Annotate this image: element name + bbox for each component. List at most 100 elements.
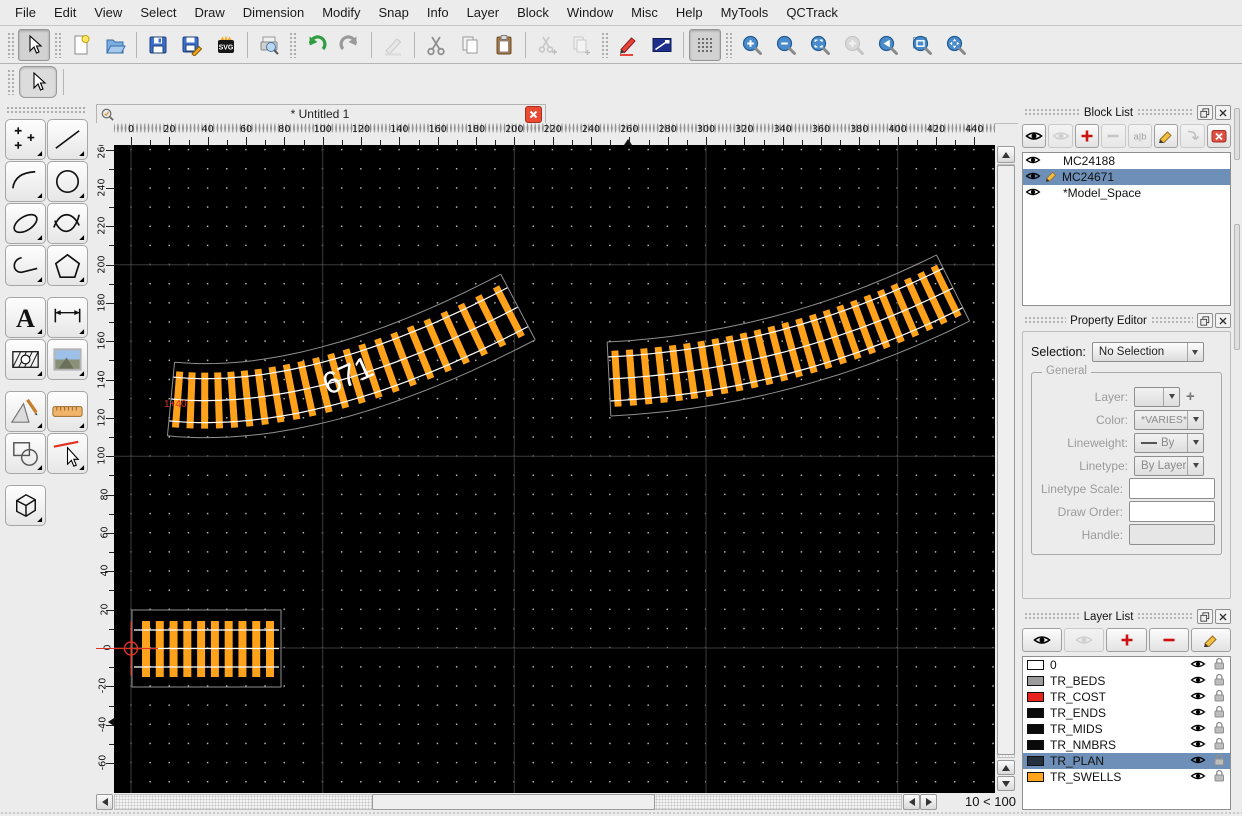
tool-arc-button[interactable] [5, 161, 46, 202]
menu-item-qctrack[interactable]: QCTrack [777, 0, 847, 25]
close-block-editor-button[interactable] [1207, 124, 1231, 148]
visibility-eye-icon[interactable] [1025, 154, 1041, 169]
lock-icon[interactable] [1212, 769, 1226, 785]
toolbar-drag-handle[interactable] [725, 32, 732, 58]
visibility-eye-icon[interactable] [1025, 170, 1041, 185]
zoom-window-button[interactable] [906, 29, 938, 61]
menu-item-dimension[interactable]: Dimension [234, 0, 313, 25]
vscroll-up-button[interactable] [997, 146, 1015, 163]
tool-hatch-button[interactable] [5, 339, 46, 380]
paste-button[interactable] [488, 29, 520, 61]
layer-list-item[interactable]: TR_COST [1023, 689, 1230, 705]
vertical-scrollbar[interactable] [995, 145, 1017, 793]
undo-button[interactable] [300, 29, 332, 61]
visibility-eye-icon[interactable] [1190, 706, 1206, 721]
lock-icon[interactable] [1212, 689, 1226, 705]
zoom-pan-button[interactable] [940, 29, 972, 61]
property-editor-float-button[interactable] [1197, 313, 1213, 328]
draw-order-input[interactable] [1129, 501, 1215, 522]
layer-list-item[interactable]: TR_MIDS [1023, 721, 1230, 737]
visibility-eye-icon[interactable] [1025, 186, 1041, 201]
tool-ellipse-button[interactable] [5, 203, 46, 244]
vscroll-up-button-2[interactable] [997, 760, 1015, 775]
export-svg-button[interactable]: SVG [210, 29, 242, 61]
edit-block-button[interactable] [1154, 124, 1178, 148]
tool-dimension-button[interactable] [47, 297, 88, 338]
grid-toggle-button[interactable] [689, 29, 721, 61]
tool-ruler-button[interactable] [47, 391, 88, 432]
open-file-button[interactable] [99, 29, 131, 61]
visibility-eye-icon[interactable] [1190, 674, 1206, 689]
cut-button[interactable] [420, 29, 452, 61]
lock-icon[interactable] [1212, 721, 1226, 737]
toggle-visibility-button[interactable] [1022, 124, 1046, 148]
menu-item-draw[interactable]: Draw [185, 0, 233, 25]
menu-item-view[interactable]: View [85, 0, 131, 25]
redo-button[interactable] [334, 29, 366, 61]
toolbar-drag-handle[interactable] [289, 32, 296, 58]
select-arrow-button[interactable] [19, 66, 57, 98]
toolbar-drag-handle[interactable] [54, 32, 61, 58]
tool-line-button[interactable] [47, 119, 88, 160]
color-combobox[interactable]: *VARIES* [1134, 410, 1204, 430]
hscroll-left-button[interactable] [96, 794, 113, 810]
layer-combobox[interactable] [1134, 387, 1180, 407]
lock-icon[interactable] [1212, 673, 1226, 689]
tool-box3d-button[interactable] [5, 485, 46, 526]
visibility-eye-icon[interactable] [1190, 770, 1206, 785]
attributes-button[interactable] [646, 29, 678, 61]
layer-list-item[interactable]: TR_SWELLS [1023, 769, 1230, 785]
tool-measure-button[interactable] [5, 391, 46, 432]
hscroll-right-button[interactable] [920, 794, 937, 810]
zoom-in-button[interactable] [736, 29, 768, 61]
menu-item-layer[interactable]: Layer [458, 0, 509, 25]
toolbar-drag-handle[interactable] [7, 32, 14, 58]
visibility-eye-icon[interactable] [1190, 658, 1206, 673]
document-tab[interactable]: * Untitled 1 [96, 104, 546, 123]
lineweight-combobox[interactable]: By [1134, 433, 1204, 453]
block-list-item[interactable]: MC24671 [1023, 169, 1230, 185]
menu-item-select[interactable]: Select [131, 0, 185, 25]
pen-edit-button[interactable] [612, 29, 644, 61]
edit-layer-button[interactable] [1191, 628, 1231, 652]
copy-button[interactable] [454, 29, 486, 61]
print-preview-button[interactable] [253, 29, 285, 61]
tool-circle-button[interactable] [47, 161, 88, 202]
tool-spline-button[interactable] [47, 203, 88, 244]
lock-icon[interactable] [1212, 705, 1226, 721]
menu-item-info[interactable]: Info [418, 0, 458, 25]
toolbar-drag-handle[interactable] [601, 32, 608, 58]
selection-combobox[interactable]: No Selection [1092, 342, 1204, 362]
remove-layer-button[interactable] [1149, 628, 1189, 652]
select-arrow-button[interactable] [18, 29, 50, 61]
tool-image-button[interactable] [47, 339, 88, 380]
vscroll-thumb[interactable] [997, 165, 1015, 755]
layer-list-float-button[interactable] [1197, 609, 1213, 624]
property-editor-titlebar[interactable]: Property Editor [1020, 312, 1233, 329]
linetype-scale-input[interactable] [1129, 478, 1215, 499]
block-list-item[interactable]: *Model_Space [1023, 185, 1230, 201]
menu-item-snap[interactable]: Snap [370, 0, 418, 25]
zoom-back-button[interactable] [872, 29, 904, 61]
tool-deselect-button[interactable] [47, 433, 88, 474]
block-list-close-button[interactable] [1215, 105, 1231, 120]
tool-order-button[interactable] [5, 433, 46, 474]
layer-list-titlebar[interactable]: Layer List [1020, 608, 1233, 625]
layer-list-item[interactable]: TR_ENDS [1023, 705, 1230, 721]
layer-list-item[interactable]: TR_BEDS [1023, 673, 1230, 689]
lock-icon[interactable] [1212, 753, 1226, 769]
tool-text-button[interactable]: A [5, 297, 46, 338]
dock-resize-handle[interactable] [1234, 224, 1240, 350]
layer-list-item[interactable]: TR_PLAN [1023, 753, 1230, 769]
lock-icon[interactable] [1212, 657, 1226, 673]
track-entity-1[interactable] [607, 255, 969, 416]
lock-icon[interactable] [1212, 737, 1226, 753]
property-editor-close-button[interactable] [1215, 313, 1231, 328]
visibility-eye-icon[interactable] [1190, 754, 1206, 769]
tool-points-button[interactable] [5, 119, 46, 160]
block-list-item[interactable]: MC24188 [1023, 153, 1230, 169]
tool-polyline-button[interactable] [5, 245, 46, 286]
track-entity-0[interactable]: 6711+40 [164, 274, 535, 437]
menu-item-window[interactable]: Window [558, 0, 622, 25]
hscroll-left-button-2[interactable] [903, 794, 920, 810]
